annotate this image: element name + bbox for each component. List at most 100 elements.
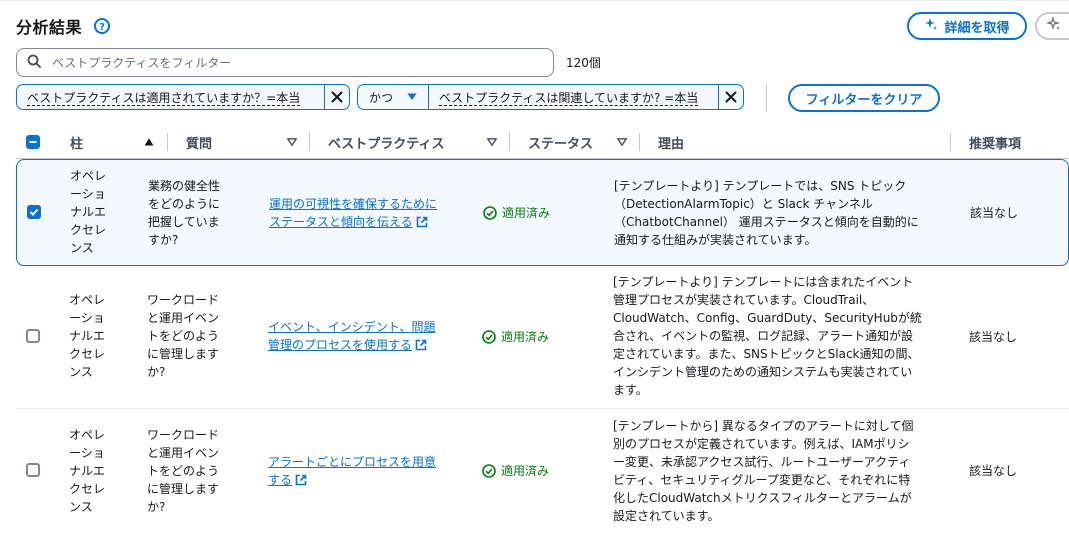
status-text: 適用済み xyxy=(501,464,550,478)
question-line: と運用イベン xyxy=(147,446,220,460)
table-row[interactable]: オペレ ーショ ナルエ クセレ ンス 業務の健全性 をどのように 把握していま … xyxy=(16,159,1069,266)
best-practice-line: する xyxy=(268,473,293,487)
question-line: すか? xyxy=(148,233,179,247)
caret-down-icon xyxy=(407,93,417,100)
best-practice-link[interactable]: 運用の可視性を確保するために ステータスと傾向を伝える xyxy=(269,195,459,231)
question-line: か? xyxy=(147,500,166,514)
recommendation-cell: 該当なし xyxy=(969,464,1018,478)
remove-filter-button[interactable] xyxy=(718,85,743,109)
sort-icon[interactable] xyxy=(617,125,627,159)
get-details-button[interactable]: 詳細を取得 xyxy=(907,12,1027,40)
clear-filters-label: フィルターをクリア xyxy=(805,92,923,108)
divider xyxy=(766,84,767,112)
reason-line: 設定されています。 xyxy=(613,509,720,523)
select-all-checkbox[interactable] xyxy=(26,135,40,149)
reason-cell: [テンプレートから] 異なるタイプのアラートに対して個 別のプロセスが定義されて… xyxy=(613,417,935,525)
question-line: に管理します xyxy=(147,347,220,361)
question-line: トをどのよう xyxy=(147,464,220,478)
column-status[interactable]: ステータス xyxy=(528,125,593,159)
filter-operator-label: かつ xyxy=(369,90,394,105)
pillar-line: ンス xyxy=(70,241,94,255)
svg-text:?: ? xyxy=(99,22,105,33)
pillar-line: ーショ xyxy=(69,311,105,325)
reason-line: 化したCloudWatchメトリクスフィルターとアラームが xyxy=(613,491,912,505)
reason-line: [テンプレートより] テンプレートでは、SNS トピック xyxy=(614,179,907,193)
filter-search-input[interactable] xyxy=(50,54,530,71)
external-link-icon xyxy=(295,474,307,486)
question-cell: ワークロード と運用イベン トをどのよう に管理します か? xyxy=(147,426,247,516)
filter-search-box xyxy=(16,48,554,77)
row-checkbox[interactable] xyxy=(26,329,40,343)
pillar-line: クセレ xyxy=(70,223,107,237)
row-checkbox[interactable] xyxy=(26,463,40,477)
reason-line: 定されています。また、SNSトピックとSlack通知の間、 xyxy=(613,347,920,361)
pillar-line: ンス xyxy=(69,500,93,514)
reason-cell: [テンプレートより] テンプレートでは、SNS トピック （DetectionA… xyxy=(614,177,936,249)
minus-icon xyxy=(29,141,37,143)
question-line: をどのように xyxy=(148,197,221,211)
filter-token-relevant[interactable]: かつ ベストプラクティスは関連していますか? =本当 xyxy=(357,84,744,110)
column-question[interactable]: 質問 xyxy=(186,125,212,159)
search-icon xyxy=(27,53,41,72)
table-row[interactable]: オペレ ーショ ナルエ クセレ ンス ワークロード と運用イベン トをどのよう … xyxy=(16,409,1069,535)
row-checkbox[interactable] xyxy=(27,205,41,219)
check-icon xyxy=(29,208,39,216)
question-line: か? xyxy=(147,365,166,379)
status-text: 適用済み xyxy=(501,330,550,344)
sort-icon[interactable] xyxy=(287,125,297,159)
best-practice-link[interactable]: イベント、インシデント、問題 管理のプロセスを使用する xyxy=(268,318,458,354)
recommendation-cell: 該当なし xyxy=(969,330,1018,344)
status-text: 適用済み xyxy=(502,206,551,220)
pillar-line: オペレ xyxy=(69,293,106,307)
question-line: と運用イベン xyxy=(147,311,220,325)
pillar-line: ナルエ xyxy=(69,329,106,343)
info-icon[interactable]: ? xyxy=(94,18,111,34)
sparkle-icon xyxy=(924,17,938,35)
filter-token-label: ベストプラクティスは適用されていますか？=本当 xyxy=(17,85,324,109)
question-cell: 業務の健全性 をどのように 把握していま すか? xyxy=(148,177,248,249)
best-practice-line: 運用の可視性を確保するために xyxy=(269,197,438,211)
check-circle-icon xyxy=(482,330,496,344)
best-practice-link[interactable]: アラートごとにプロセスを用意 する xyxy=(268,453,458,489)
question-line: に管理します xyxy=(147,482,220,496)
reason-cell: [テンプレートより] テンプレートには含まれたイベント 管理プロセスが実装されて… xyxy=(613,273,935,399)
filter-operator-select[interactable]: かつ xyxy=(358,85,429,109)
column-divider xyxy=(509,133,510,151)
table-header: 柱 質問 ベストプラクティス ステータス 理由 推奨事項 xyxy=(16,125,1069,159)
best-practice-line: アラートごとにプロセスを用意 xyxy=(268,455,437,469)
question-line: ワークロード xyxy=(147,293,220,307)
external-link-icon xyxy=(416,216,427,228)
sparkle-icon xyxy=(1045,15,1061,35)
reason-line: ビティ、セキュリティグループ変更など、それぞれに特 xyxy=(613,473,911,487)
pillar-line: クセレ xyxy=(69,482,106,496)
reason-line: 管理プロセスが実装されています。CloudTrail、 xyxy=(613,293,875,307)
best-practice-line: 管理のプロセスを使用する xyxy=(268,338,413,352)
reason-line: （ChatbotChannel） 運用ステータスと傾向を自動的に xyxy=(614,215,919,229)
pillar-cell: オペレ ーショ ナルエ クセレ ンス xyxy=(70,167,130,257)
column-reason[interactable]: 理由 xyxy=(658,125,684,159)
question-line: トをどのよう xyxy=(147,329,220,343)
sort-icon[interactable] xyxy=(487,125,497,159)
pillar-line: オペレ xyxy=(69,428,106,442)
pillar-line: ーショ xyxy=(70,187,106,201)
best-practice-line: イベント、インシデント、問題 xyxy=(268,320,436,334)
reason-line: [テンプレートより] テンプレートには含まれたイベント xyxy=(613,275,914,289)
filter-token-applied[interactable]: ベストプラクティスは適用されていますか？=本当 xyxy=(16,84,350,110)
clear-filters-button[interactable]: フィルターをクリア xyxy=(788,84,940,112)
close-icon xyxy=(331,91,343,103)
column-recommendation[interactable]: 推奨事項 xyxy=(969,125,1021,159)
remove-filter-button[interactable] xyxy=(324,85,349,109)
check-circle-icon xyxy=(483,206,497,220)
sort-asc-icon[interactable] xyxy=(144,125,154,159)
ai-assistant-button[interactable] xyxy=(1035,12,1069,40)
reason-line: インシデント管理のための通知システムも実装されてい xyxy=(613,365,913,379)
question-line: ワークロード xyxy=(147,428,220,442)
pillar-line: ナルエ xyxy=(69,464,106,478)
pillar-cell: オペレ ーショ ナルエ クセレ ンス xyxy=(69,291,129,381)
reason-line: （DetectionAlarmTopic）と Slack チャンネル xyxy=(614,197,873,211)
table-row[interactable]: オペレ ーショ ナルエ クセレ ンス ワークロード と運用イベン トをどのよう … xyxy=(16,267,1069,407)
pillar-cell: オペレ ーショ ナルエ クセレ ンス xyxy=(69,426,129,516)
filter-token-text: ベストプラクティスは関連していますか? =本当 xyxy=(438,91,699,106)
column-pillar[interactable]: 柱 xyxy=(70,125,83,159)
column-best-practice[interactable]: ベストプラクティス xyxy=(328,125,444,159)
